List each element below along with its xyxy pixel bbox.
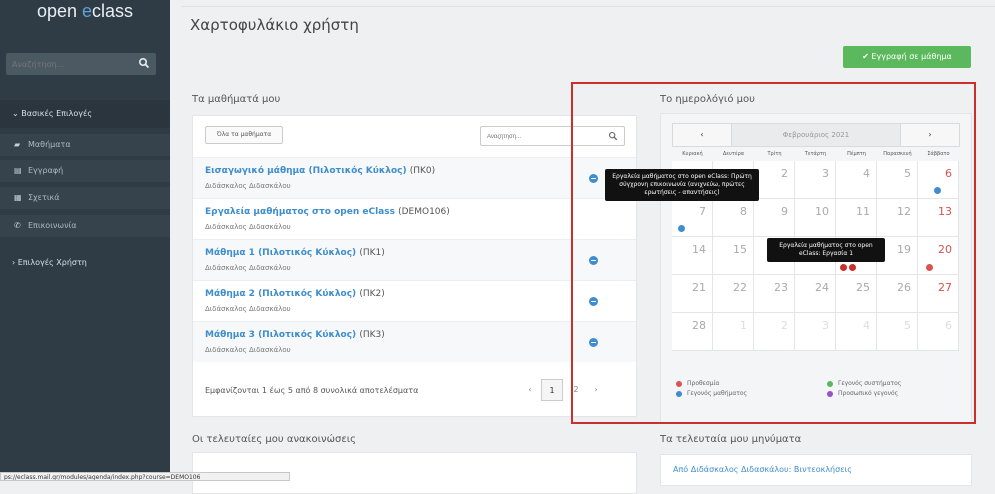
sidebar-item-about[interactable]: ▦ Σχετικά [0, 187, 170, 209]
course-link[interactable]: Εργαλεία μαθήματος στο open eClass (DEMO… [205, 207, 450, 217]
sidebar-item-register[interactable]: ▤ Εγγραφή [0, 160, 170, 182]
course-link[interactable]: Μάθημα 1 (Πιλοτικός Κύκλος) (ΠΚ1) [205, 248, 385, 258]
course-teacher: Διδάσκαλος Διδασκάλου [205, 182, 291, 190]
sidebar-item-label: Σχετικά [28, 193, 60, 202]
course-code: (ΠΚ0) [409, 166, 436, 176]
course-title: Μάθημα 2 (Πιλοτικός Κύκλος) [205, 289, 357, 299]
sidebar-section-user-label: Επιλογές Χρήστη [17, 258, 87, 267]
course-row: Μάθημα 2 (Πιλοτικός Κύκλος) (ΠΚ2) Διδάσκ… [193, 280, 636, 321]
phone-icon: ✆ [14, 221, 21, 230]
header-divider [182, 6, 995, 7]
course-teacher: Διδάσκαλος Διδασκάλου [205, 346, 291, 354]
course-code: (DEMO106) [398, 207, 450, 217]
logo-text-e: e [82, 1, 93, 21]
pagination-prev[interactable]: ‹ [521, 379, 539, 401]
course-row: Μάθημα 1 (Πιλοτικός Κύκλος) (ΠΚ1) Διδάσκ… [193, 239, 636, 280]
announcements-panel-title: Οι τελευταίες μου ανακοινώσεις [192, 434, 356, 445]
course-link[interactable]: Εισαγωγικό μάθημα (Πιλοτικός Κύκλος) (ΠΚ… [205, 166, 435, 176]
chevron-right-icon: › [12, 258, 16, 267]
messages-panel: Από Διδάσκαλος Διδασκάλου: Βιντεοκλήσεις [660, 454, 972, 486]
sidebar-item-label: Εγγραφή [28, 166, 64, 175]
course-code: (ΠΚ2) [359, 289, 385, 299]
sidebar-item-label: Επικοινωνία [28, 221, 77, 230]
file-icon: ▤ [14, 166, 22, 175]
pagination-page-1[interactable]: 1 [541, 379, 563, 401]
course-title: Μάθημα 3 (Πιλοτικός Κύκλος) [205, 330, 357, 340]
course-title: Εργαλεία μαθήματος στο open eClass [205, 207, 395, 217]
check-icon: ✔ [862, 52, 869, 61]
sidebar-section-user[interactable]: › Επιλογές Χρήστη [0, 252, 170, 274]
course-link[interactable]: Μάθημα 2 (Πιλοτικός Κύκλος) (ΠΚ2) [205, 289, 385, 299]
course-teacher: Διδάσκαλος Διδασκάλου [205, 264, 291, 272]
course-row: Εισαγωγικό μάθημα (Πιλοτικός Κύκλος) (ΠΚ… [193, 157, 636, 198]
pagination-info: Εμφανίζονται 1 έως 5 από 8 συνολικά αποτ… [205, 386, 419, 395]
sidebar: open eclass ⌄ Βασικές Επιλογές ▰ Μαθήματα… [0, 0, 170, 481]
course-row: Εργαλεία μαθήματος στο open eClass (DEMO… [193, 198, 636, 239]
sidebar-section-main[interactable]: ⌄ Βασικές Επιλογές [0, 100, 170, 128]
logo[interactable]: open eclass [0, 0, 170, 30]
course-code: (ΠΚ3) [359, 330, 385, 340]
sidebar-item-contact[interactable]: ✆ Επικοινωνία [0, 215, 170, 237]
course-teacher: Διδάσκαλος Διδασκάλου [205, 305, 291, 313]
sidebar-item-courses[interactable]: ▰ Μαθήματα [0, 134, 170, 156]
page-title: Χαρτοφυλάκιο χρήστη [190, 16, 359, 34]
search-icon[interactable] [138, 57, 150, 69]
graduation-cap-icon: ▰ [14, 140, 21, 149]
enroll-course-button[interactable]: ✔ Εγγραφή σε μάθημα [843, 46, 971, 68]
sidebar-section-main-label: Βασικές Επιλογές [21, 109, 93, 118]
calendar-highlight-frame [571, 82, 976, 424]
enroll-course-button-label: Εγγραφή σε μάθημα [871, 52, 952, 61]
courses-panel-title: Τα μαθήματά μου [192, 94, 281, 105]
messages-panel-title: Τα τελευταία μου μηνύματα [660, 434, 802, 445]
logo-text-open: open [36, 1, 82, 21]
course-title: Εισαγωγικό μάθημα (Πιλοτικός Κύκλος) [205, 166, 407, 176]
course-link[interactable]: Μάθημα 3 (Πιλοτικός Κύκλος) (ΠΚ3) [205, 330, 385, 340]
courses-filter-button[interactable]: Όλα τα μαθήματα [205, 126, 283, 144]
course-row: Μάθημα 3 (Πιλοτικός Κύκλος) (ΠΚ3) Διδάσκ… [193, 321, 636, 362]
calendar-icon: ▦ [14, 193, 22, 202]
browser-status-bar: ps://eclass.mail.gr/modules/agenda/index… [0, 472, 290, 481]
sidebar-item-label: Μαθήματα [28, 140, 71, 149]
logo-text-class: class [92, 1, 134, 21]
sidebar-search-input[interactable] [6, 53, 124, 75]
course-title: Μάθημα 1 (Πιλοτικός Κύκλος) [205, 248, 357, 258]
sidebar-search [6, 53, 156, 75]
message-link[interactable]: Από Διδάσκαλος Διδασκάλου: Βιντεοκλήσεις [673, 465, 852, 474]
chevron-down-icon: ⌄ [12, 109, 19, 118]
course-code: (ΠΚ1) [359, 248, 385, 258]
course-teacher: Διδάσκαλος Διδασκάλου [205, 223, 291, 231]
